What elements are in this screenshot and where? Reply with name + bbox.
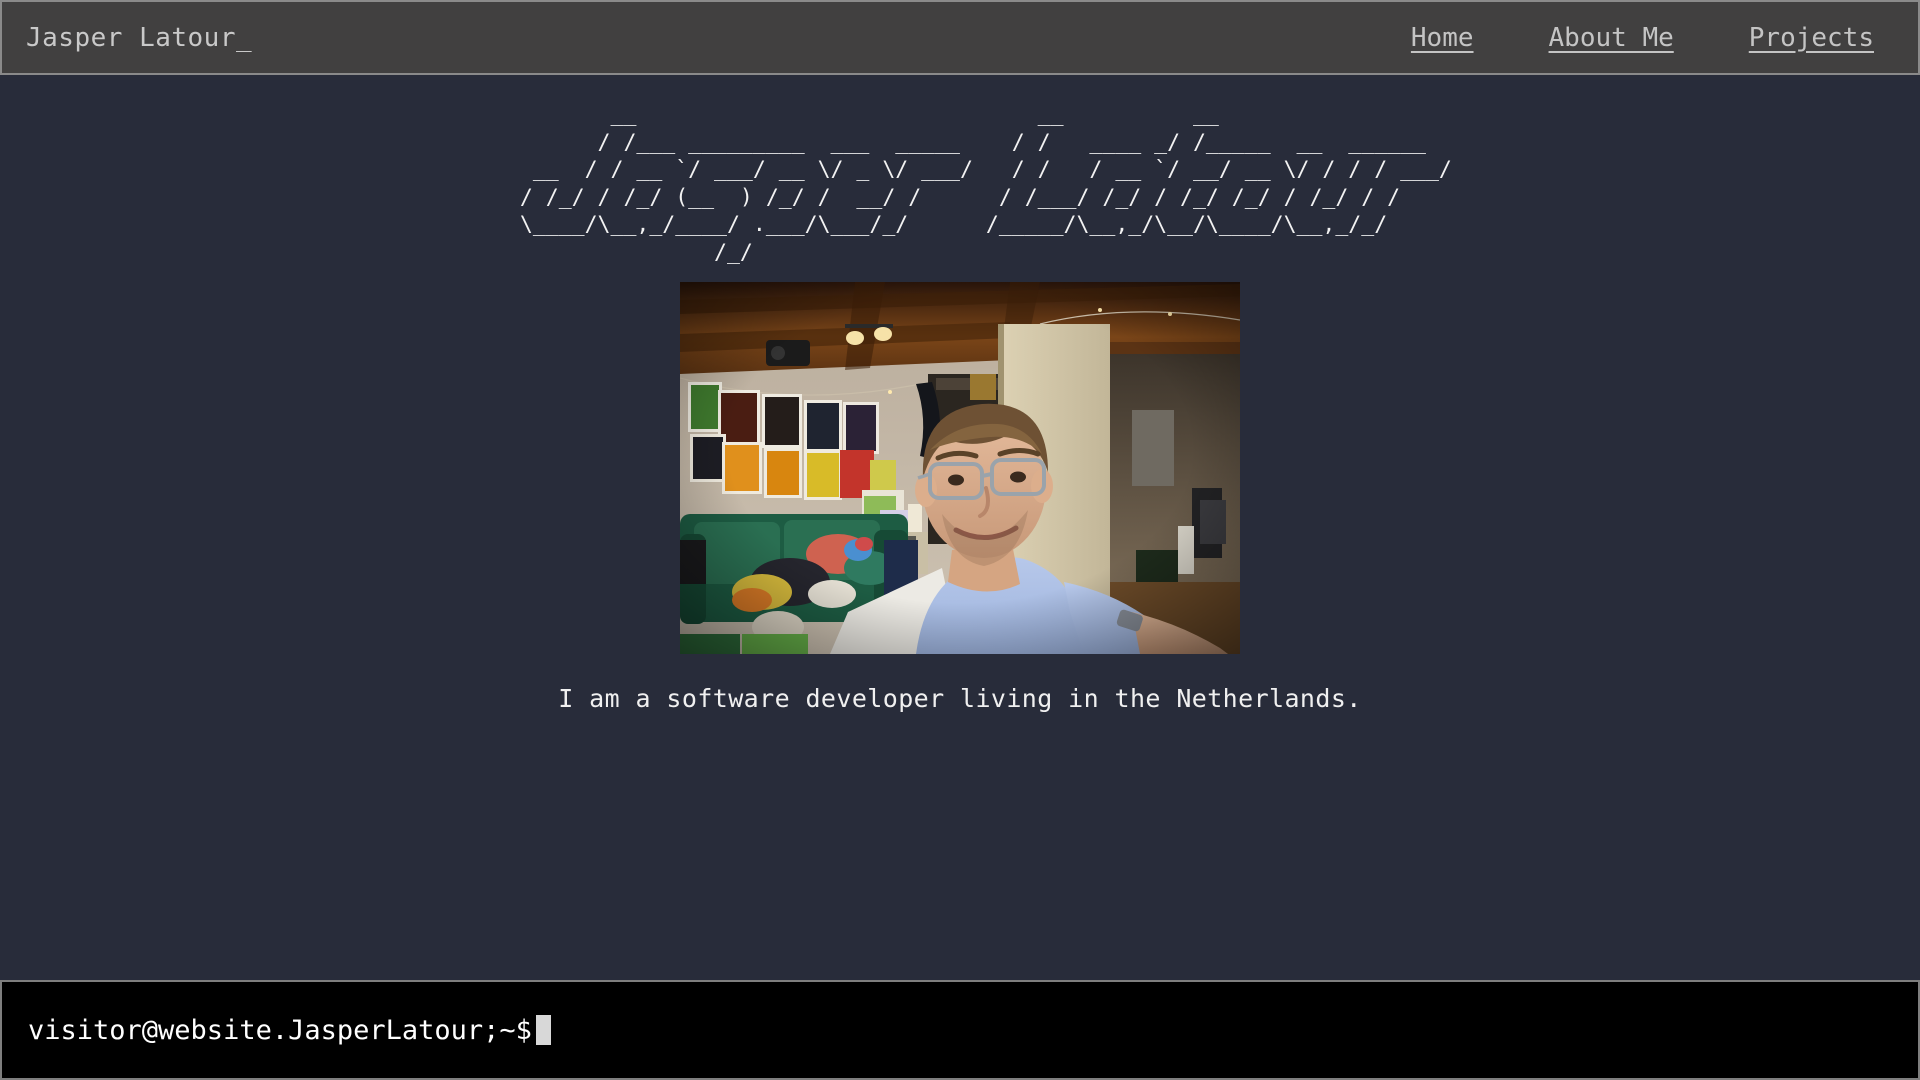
main-content: __ __ __ / /___ _________ ___ _____ / / …	[0, 75, 1920, 980]
tagline-text: I am a software developer living in the …	[558, 684, 1362, 713]
ascii-art-name-banner: __ __ __ / /___ _________ ___ _____ / / …	[519, 102, 1452, 265]
profile-photo-image	[680, 282, 1240, 654]
page-root: Jasper Latour_ Home About Me Projects __…	[0, 0, 1920, 1080]
nav-link-about-me[interactable]: About Me	[1549, 23, 1674, 53]
terminal-bar[interactable]: visitor@website.JasperLatour;~$	[0, 980, 1920, 1080]
nav-link-projects[interactable]: Projects	[1749, 23, 1874, 53]
profile-photo	[680, 282, 1240, 654]
site-title: Jasper Latour_	[26, 22, 253, 53]
terminal-cursor-icon	[535, 1015, 551, 1045]
main-navigation: Home About Me Projects	[1411, 23, 1896, 53]
nav-link-home[interactable]: Home	[1411, 23, 1474, 53]
terminal-prompt: visitor@website.JasperLatour;~$	[28, 1014, 532, 1046]
site-header: Jasper Latour_ Home About Me Projects	[0, 0, 1920, 75]
